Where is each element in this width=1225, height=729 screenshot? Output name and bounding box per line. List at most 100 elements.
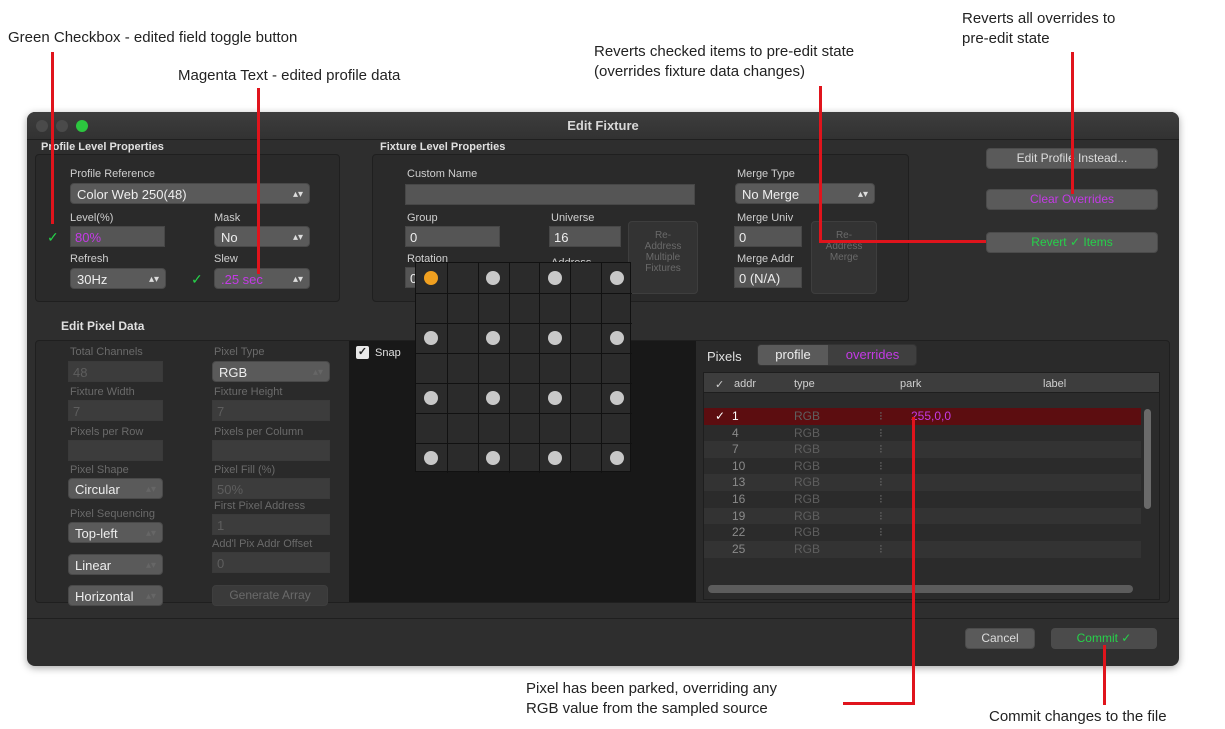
- row-type: RGB: [794, 425, 821, 440]
- group-label: Group: [407, 212, 438, 224]
- merge-univ-label: Merge Univ: [737, 212, 794, 224]
- addl-offset-label: Add'l Pix Addr Offset: [212, 538, 313, 550]
- universe-field[interactable]: 16: [549, 226, 621, 247]
- mask-value: No: [221, 230, 238, 245]
- mask-label: Mask: [214, 212, 241, 224]
- revert-items-button[interactable]: Revert ✓ Items: [986, 232, 1158, 253]
- pixel-dot[interactable]: [547, 271, 562, 285]
- slew-value: .25 sec: [221, 272, 263, 287]
- universe-label: Universe: [551, 212, 595, 224]
- row-type: RGB: [794, 475, 821, 490]
- merge-addr-field[interactable]: 0 (N/A): [734, 267, 802, 288]
- table-row[interactable]: 7 RGB ⁝: [704, 441, 1141, 459]
- table-row[interactable]: 13 RGB ⁝: [704, 474, 1141, 492]
- stepper-arrows-icon: ▴▾: [312, 367, 323, 378]
- stepper-arrows-icon: ▴▾: [148, 274, 159, 285]
- col-header-label: label: [1043, 378, 1067, 390]
- pixel-dot[interactable]: [547, 451, 562, 465]
- pixels-per-column-field: [212, 440, 330, 461]
- row-check: ✓: [715, 409, 726, 423]
- pixel-grid[interactable]: [415, 262, 632, 473]
- table-row[interactable]: 10 RGB ⁝: [704, 457, 1141, 475]
- annotation-parked-1: Pixel has been parked, overriding any: [526, 680, 777, 697]
- custom-name-field[interactable]: [405, 184, 695, 205]
- pixel-type-label: Pixel Type: [214, 346, 265, 358]
- readdress-multiple-line: Address: [644, 241, 682, 252]
- table-horizontal-scrollbar[interactable]: [708, 585, 1133, 593]
- level-field[interactable]: 80%: [70, 226, 165, 247]
- table-vertical-scrollbar[interactable]: [1144, 409, 1151, 509]
- pixel-fill-field: 50%: [212, 478, 330, 499]
- grid-line: [508, 263, 510, 473]
- pixel-dot[interactable]: [609, 271, 624, 285]
- mask-select[interactable]: No ▴▾: [214, 226, 310, 247]
- snap-checkbox[interactable]: ✓: [356, 346, 369, 359]
- first-pixel-address-field: 1: [212, 514, 330, 535]
- pixel-dot[interactable]: [486, 391, 501, 405]
- readdress-multiple-line: Fixtures: [645, 263, 681, 274]
- pixel-dot[interactable]: [486, 271, 501, 285]
- pixel-shape-label: Pixel Shape: [70, 464, 129, 476]
- annotation-line-magenta: [257, 88, 260, 274]
- annotation-revert-checked-1: Reverts checked items to pre-edit state: [594, 43, 855, 60]
- pixel-dot[interactable]: [609, 451, 624, 465]
- pixel-dot[interactable]: [424, 391, 439, 405]
- row-stepper-icon: ⁝: [879, 425, 883, 440]
- cancel-button[interactable]: Cancel: [965, 628, 1035, 649]
- readdress-multiple-line: Multiple: [645, 252, 681, 263]
- slew-select[interactable]: .25 sec ▴▾: [214, 268, 310, 289]
- pixel-dot[interactable]: [486, 331, 501, 345]
- pixel-dot[interactable]: [547, 331, 562, 345]
- pixel-type-select: RGB ▴▾: [212, 361, 330, 382]
- annotation-line-revert-v: [819, 86, 822, 242]
- table-row[interactable]: 19 RGB ⁝: [704, 507, 1141, 525]
- profile-reference-select[interactable]: Color Web 250(48) ▴▾: [70, 183, 310, 204]
- row-stepper-icon: ⁝: [879, 492, 883, 506]
- table-row[interactable]: 16 RGB ⁝: [704, 491, 1141, 508]
- pixel-dot[interactable]: [424, 451, 439, 465]
- row-stepper-icon: ⁝: [879, 458, 883, 473]
- snap-label: Snap: [375, 347, 401, 359]
- pixel-dot[interactable]: [424, 331, 439, 345]
- pixel-dot[interactable]: [424, 271, 439, 285]
- stepper-arrows-icon: ▴▾: [145, 484, 156, 495]
- grid-line: [601, 263, 603, 473]
- pixel-dot[interactable]: [609, 391, 624, 405]
- table-row[interactable]: 4 RGB ⁝: [704, 424, 1141, 442]
- total-channels-field: 48: [68, 361, 163, 382]
- slew-edited-check-icon[interactable]: ✓: [191, 271, 203, 288]
- fixture-height-label: Fixture Height: [214, 386, 283, 398]
- refresh-select[interactable]: 30Hz ▴▾: [70, 268, 166, 289]
- level-edited-check-icon[interactable]: ✓: [47, 229, 59, 246]
- merge-univ-field[interactable]: 0: [734, 226, 802, 247]
- horizontal-select: Horizontal ▴▾: [68, 585, 163, 606]
- readdress-multiple-line: Re-: [654, 230, 672, 241]
- merge-type-select[interactable]: No Merge ▴▾: [735, 183, 875, 204]
- pixels-per-row-field: [68, 440, 163, 461]
- table-row[interactable]: 22 RGB ⁝: [704, 524, 1141, 542]
- merge-addr-label: Merge Addr: [737, 253, 794, 265]
- pixels-per-row-label: Pixels per Row: [70, 426, 144, 438]
- pixel-dot[interactable]: [609, 331, 624, 345]
- group-field[interactable]: 0: [405, 226, 500, 247]
- annotation-commit: Commit changes to the file: [989, 708, 1167, 725]
- fixture-level-heading: Fixture Level Properties: [380, 141, 506, 153]
- pixel-dot[interactable]: [547, 391, 562, 405]
- annotation-line-clear: [1071, 52, 1074, 194]
- row-addr: 13: [732, 475, 746, 490]
- pixel-dot[interactable]: [486, 451, 501, 465]
- merge-type-label: Merge Type: [737, 168, 795, 180]
- annotation-parked-2: RGB value from the sampled source: [526, 700, 768, 717]
- level-label: Level(%): [70, 212, 114, 224]
- row-addr: 16: [732, 492, 746, 506]
- table-row[interactable]: ✓ 1 RGB ⁝ 255,0,0: [704, 408, 1141, 425]
- readdress-multiple-button[interactable]: Re- Address Multiple Fixtures: [628, 221, 698, 294]
- grid-line: [570, 263, 572, 473]
- annotation-green-checkbox: Green Checkbox - edited field toggle but…: [8, 29, 298, 46]
- col-header-check: ✓: [715, 379, 725, 391]
- tab-profile[interactable]: profile: [758, 345, 828, 365]
- refresh-value: 30Hz: [77, 272, 108, 287]
- table-row[interactable]: 25 RGB ⁝: [704, 540, 1141, 558]
- tab-overrides[interactable]: overrides: [829, 345, 916, 365]
- row-type: RGB: [794, 508, 821, 523]
